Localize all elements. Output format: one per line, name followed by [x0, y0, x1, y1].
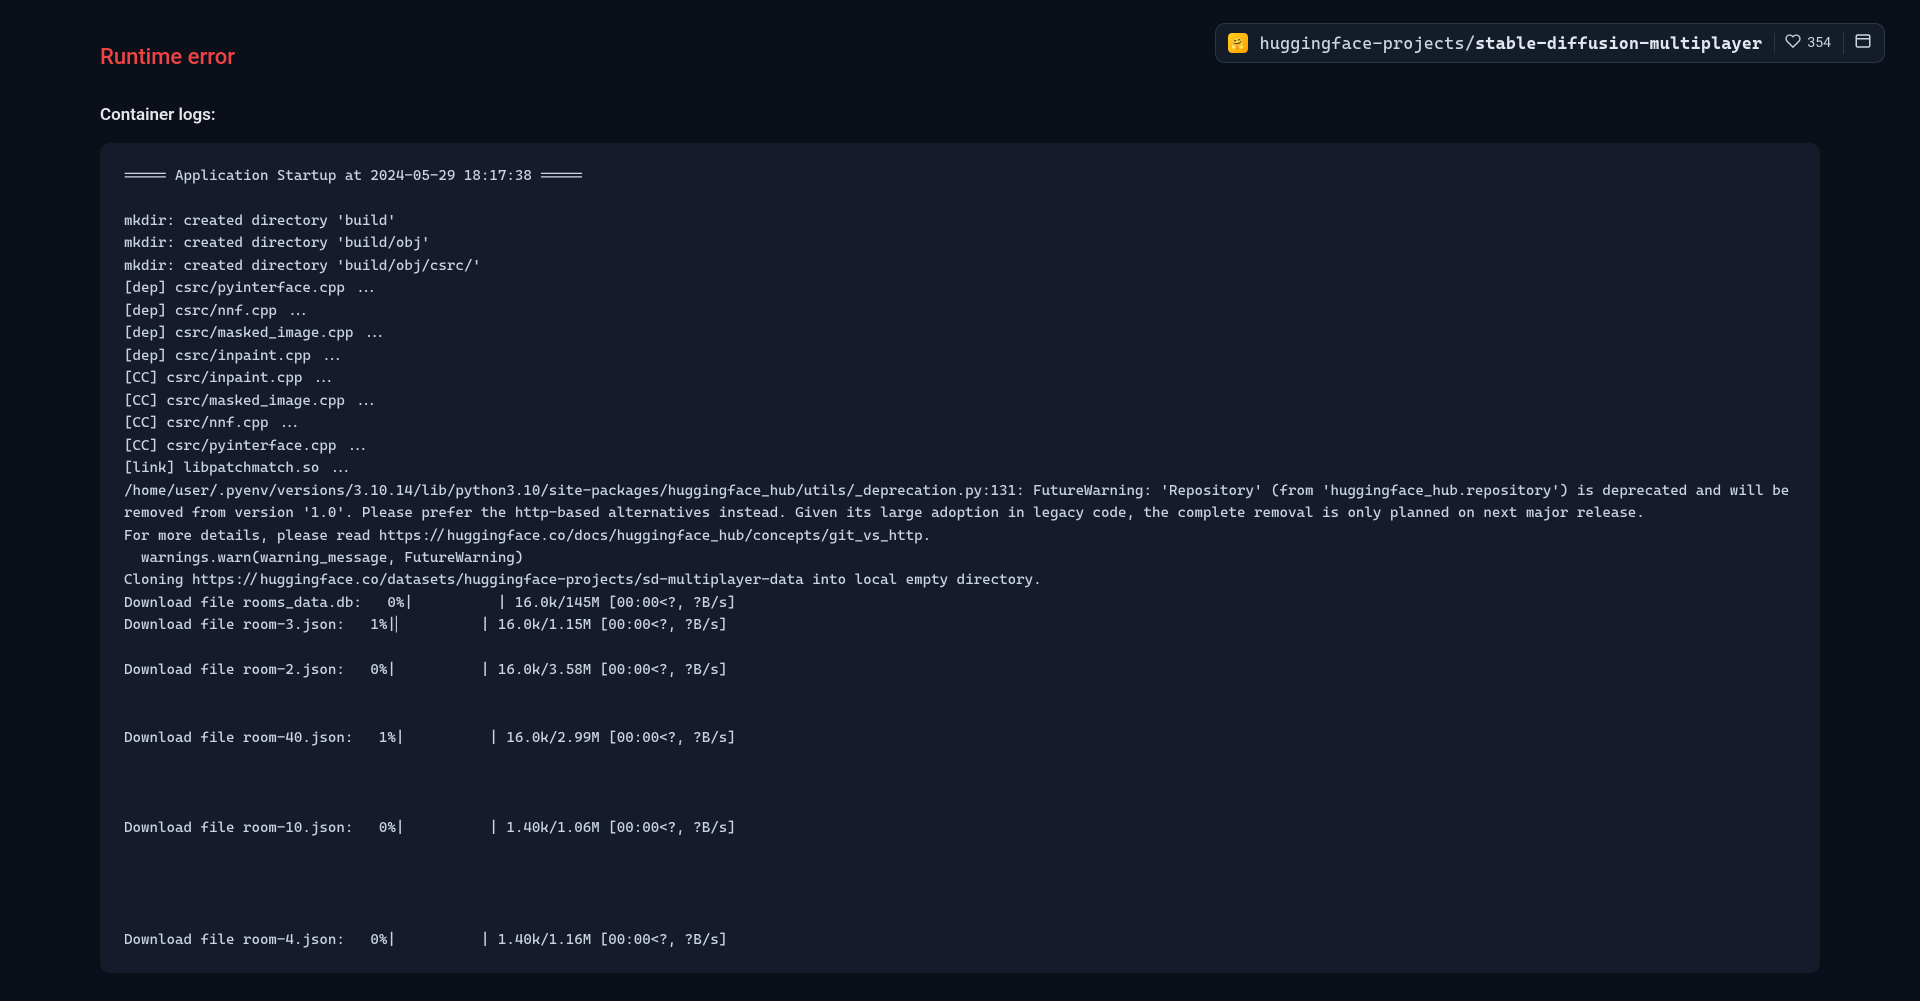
- repo-org: huggingface-projects: [1260, 33, 1465, 53]
- repo-name: stable-diffusion-multiplayer: [1475, 33, 1762, 53]
- logs-label: Container logs:: [100, 105, 1820, 125]
- heart-icon: [1785, 33, 1801, 53]
- expand-icon: [1854, 32, 1872, 54]
- header-bar: 🤗 huggingface-projects/stable-diffusion-…: [1215, 23, 1885, 63]
- huggingface-logo-icon: 🤗: [1228, 33, 1248, 53]
- like-section[interactable]: 354: [1774, 33, 1831, 53]
- logs-container[interactable]: ===== Application Startup at 2024-05-29 …: [100, 143, 1820, 973]
- main-content: Runtime error Container logs: ===== Appl…: [0, 0, 1920, 973]
- repo-path-link[interactable]: huggingface-projects/stable-diffusion-mu…: [1260, 33, 1763, 53]
- repo-separator: /: [1465, 33, 1475, 53]
- like-count: 354: [1807, 35, 1831, 51]
- expand-button[interactable]: [1843, 32, 1872, 54]
